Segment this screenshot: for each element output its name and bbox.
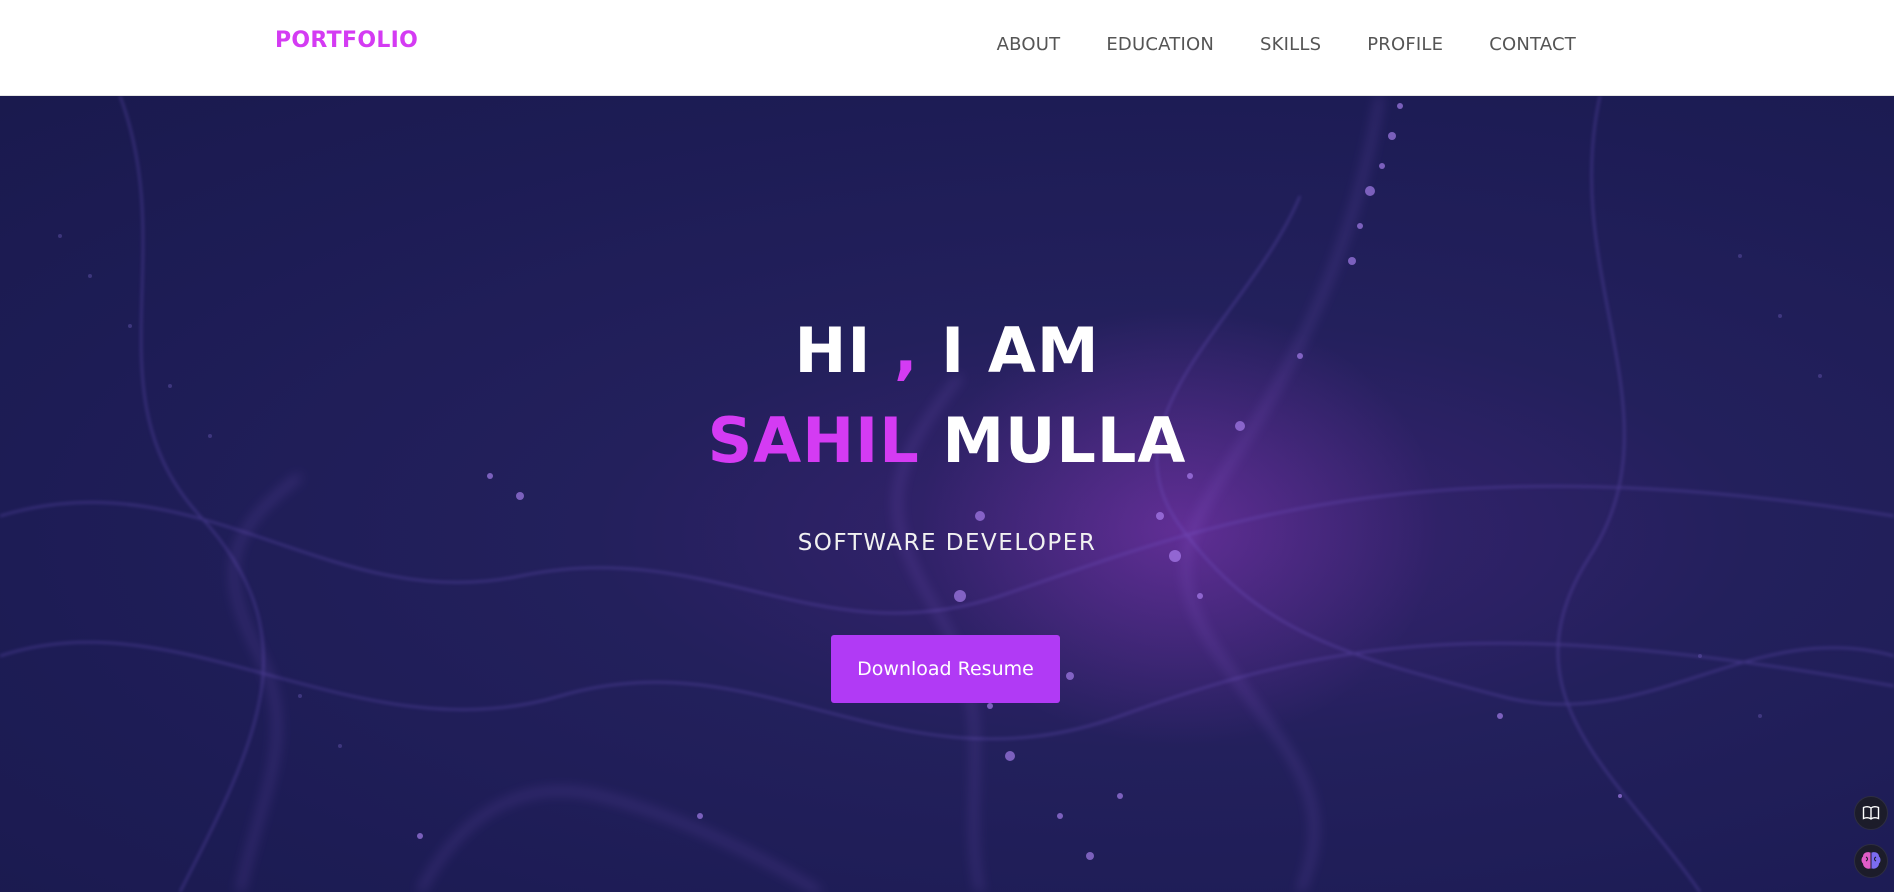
- nav-item-contact: CONTACT: [1489, 34, 1576, 55]
- nav-item-about: ABOUT: [997, 34, 1061, 55]
- nav-item-profile: PROFILE: [1367, 34, 1443, 55]
- brand-logo[interactable]: PORTFOLIO: [275, 28, 418, 53]
- book-open-icon: [1862, 806, 1880, 820]
- nav-link-contact[interactable]: CONTACT: [1489, 34, 1576, 55]
- nav-link-profile[interactable]: PROFILE: [1367, 34, 1443, 55]
- nav-item-skills: SKILLS: [1260, 34, 1321, 55]
- nav-link-skills[interactable]: SKILLS: [1260, 34, 1321, 55]
- nav-item-education: EDUCATION: [1106, 34, 1214, 55]
- ai-tool-button[interactable]: [1854, 844, 1888, 878]
- hero-role: SOFTWARE DEVELOPER: [797, 530, 1097, 556]
- brain-icon: [1861, 852, 1881, 869]
- nav-link-education[interactable]: EDUCATION: [1106, 34, 1214, 55]
- greeting-comma: ,: [894, 314, 919, 387]
- greeting-prefix: HI: [794, 314, 895, 387]
- nav-link-about[interactable]: ABOUT: [997, 34, 1061, 55]
- hero-name: SAHIL MULLA: [0, 404, 1894, 477]
- nav-menu: ABOUT EDUCATION SKILLS PROFILE CONTACT: [997, 34, 1576, 55]
- greeting-suffix: I AM: [918, 314, 1100, 387]
- hero-last-name: MULLA: [942, 404, 1187, 477]
- hero-first-name: SAHIL: [707, 404, 920, 477]
- hero-greeting: HI , I AM: [0, 314, 1894, 387]
- hero-section: HI , I AM SAHIL MULLA SOFTWARE DEVELOPER…: [0, 96, 1894, 892]
- hero-content: HI , I AM SAHIL MULLA SOFTWARE DEVELOPER…: [0, 96, 1894, 892]
- download-resume-button[interactable]: Download Resume: [831, 635, 1060, 703]
- top-navbar: PORTFOLIO ABOUT EDUCATION SKILLS PROFILE…: [0, 0, 1894, 96]
- reader-tool-button[interactable]: [1854, 796, 1888, 830]
